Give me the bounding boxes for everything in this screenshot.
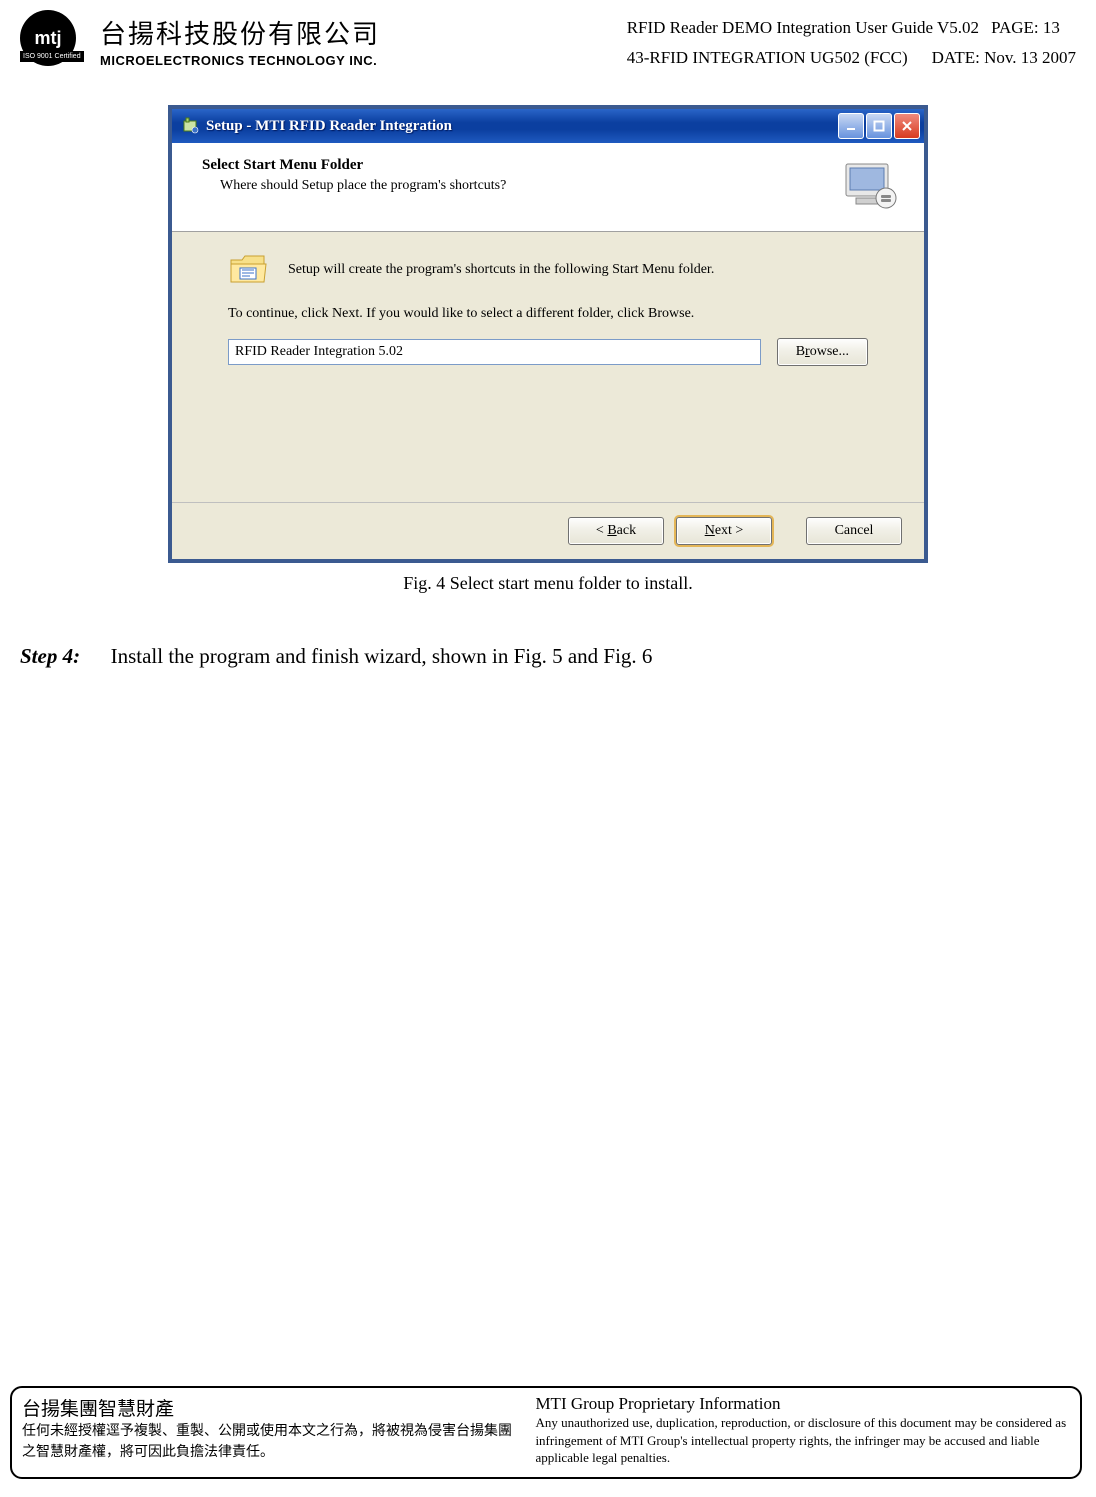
start-menu-folder-input[interactable] — [228, 339, 761, 365]
folder-icon — [228, 252, 270, 288]
titlebar[interactable]: Setup - MTI RFID Reader Integration — [172, 109, 924, 143]
wizard-header: Select Start Menu Folder Where should Se… — [172, 143, 924, 232]
doc-date: DATE: Nov. 13 2007 — [932, 48, 1076, 68]
back-button[interactable]: < Back — [568, 517, 664, 545]
page-header: mtj ISO 9001 Certified 台揚科技股份有限公司 MICROE… — [0, 0, 1096, 75]
footer-left: 台揚集團智慧財產 任何未經授權逕予複製、重製、公開或使用本文之行為，將被視為侵害… — [22, 1394, 515, 1467]
header-left: mtj ISO 9001 Certified 台揚科技股份有限公司 MICROE… — [20, 10, 380, 70]
wizard-heading: Select Start Menu Folder — [202, 157, 836, 174]
body-line-1: Setup will create the program's shortcut… — [288, 262, 714, 278]
company-name-cn: 台揚科技股份有限公司 — [100, 14, 380, 51]
company-names: 台揚科技股份有限公司 MICROELECTRONICS TECHNOLOGY I… — [100, 10, 380, 68]
setup-icon — [182, 117, 200, 135]
wizard-footer: < Back Next > Cancel — [172, 502, 924, 559]
figure-caption: Fig. 4 Select start menu folder to insta… — [0, 573, 1096, 594]
wizard-computer-icon — [836, 157, 904, 213]
doc-code: 43-RFID INTEGRATION UG502 (FCC) — [627, 48, 908, 68]
browse-button[interactable]: Browse... — [777, 338, 868, 366]
minimize-button[interactable] — [838, 113, 864, 139]
step-label: Step 4: — [20, 644, 80, 668]
header-right: RFID Reader DEMO Integration User Guide … — [627, 10, 1076, 68]
company-logo: mtj ISO 9001 Certified — [20, 10, 90, 70]
next-button[interactable]: Next > — [676, 517, 772, 545]
close-button[interactable] — [894, 113, 920, 139]
step-text: Install the program and finish wizard, s… — [111, 644, 653, 668]
installer-window: Setup - MTI RFID Reader Integration Sele… — [168, 105, 928, 563]
wizard-body: Setup will create the program's shortcut… — [172, 232, 924, 502]
footer-right-body: Any unauthorized use, duplication, repro… — [535, 1414, 1070, 1467]
page-footer: 台揚集團智慧財產 任何未經授權逕予複製、重製、公開或使用本文之行為，將被視為侵害… — [10, 1386, 1082, 1479]
body-line-2: To continue, click Next. If you would li… — [228, 306, 868, 322]
wizard-subheading: Where should Setup place the program's s… — [202, 178, 836, 194]
page-number: PAGE: 13 — [991, 18, 1060, 38]
footer-right: MTI Group Proprietary Information Any un… — [535, 1394, 1070, 1467]
maximize-button[interactable] — [866, 113, 892, 139]
step-instruction: Step 4: Install the program and finish w… — [20, 644, 1076, 669]
company-name-en: MICROELECTRONICS TECHNOLOGY INC. — [100, 53, 380, 68]
iso-badge: ISO 9001 Certified — [20, 51, 84, 62]
footer-left-title: 台揚集團智慧財產 — [22, 1394, 515, 1421]
footer-right-title: MTI Group Proprietary Information — [535, 1394, 1070, 1414]
guide-title: RFID Reader DEMO Integration User Guide … — [627, 18, 979, 38]
footer-left-body: 任何未經授權逕予複製、重製、公開或使用本文之行為，將被視為侵害台揚集團之智慧財產… — [22, 1421, 515, 1463]
cancel-button[interactable]: Cancel — [806, 517, 902, 545]
window-title: Setup - MTI RFID Reader Integration — [206, 118, 836, 135]
